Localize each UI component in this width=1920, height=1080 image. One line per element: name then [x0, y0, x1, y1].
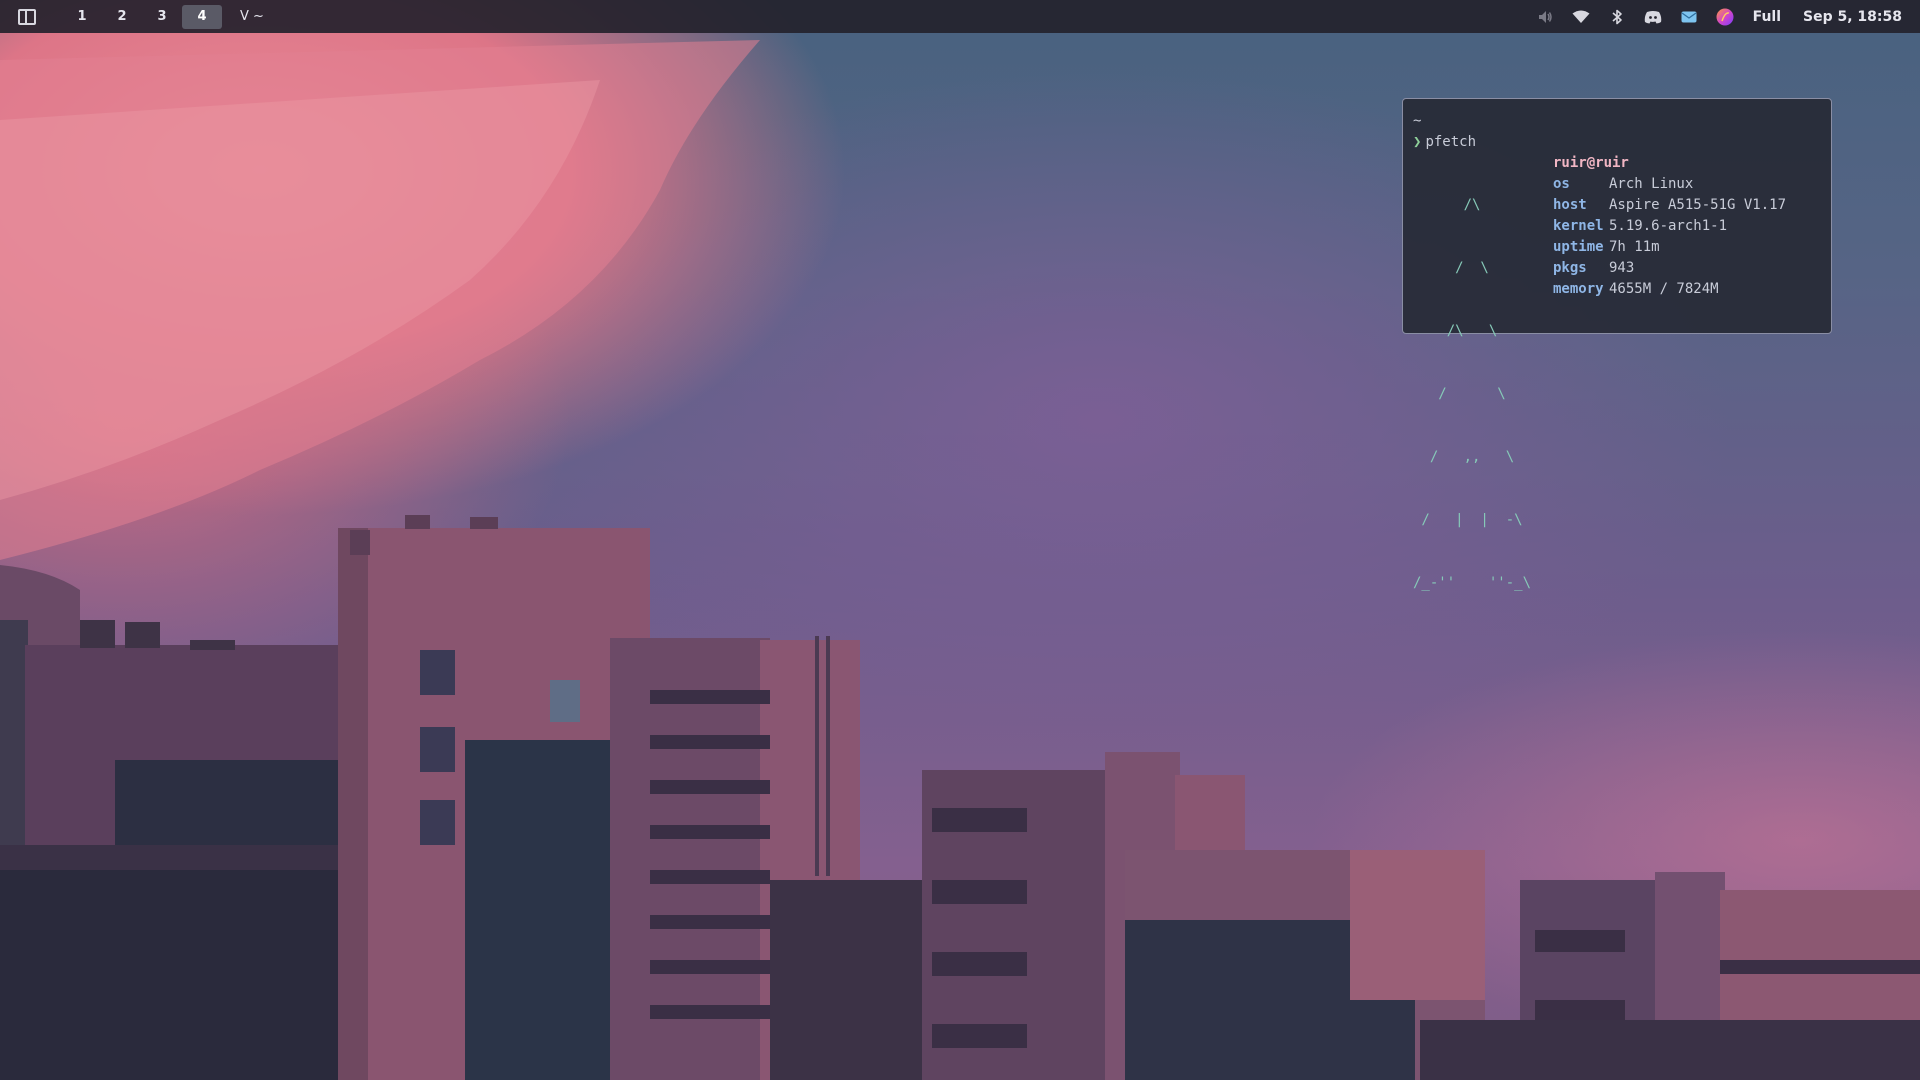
ascii-line: / | | -\	[1413, 512, 1523, 528]
command-text: pfetch	[1425, 134, 1477, 150]
bluetooth-icon[interactable]	[1599, 0, 1635, 33]
info-value: 4655M / 7824M	[1609, 281, 1719, 297]
info-value: Aspire A515-51G V1.17	[1609, 197, 1787, 213]
cwd-line: ~	[1413, 111, 1821, 132]
info-key: uptime	[1553, 239, 1604, 255]
ascii-line: / ,, \	[1413, 449, 1515, 465]
info-row-kernel: kernel 5.19.6-arch1-1	[1553, 216, 1786, 237]
bar-left-section: 1 2 3 4 V ~	[0, 0, 264, 33]
ascii-line: / \	[1413, 386, 1506, 402]
userhost-row: ruir@ruir	[1553, 153, 1786, 174]
workspace-4[interactable]: 4	[182, 4, 222, 29]
workspace-2[interactable]: 2	[102, 5, 142, 29]
top-bar: 1 2 3 4 V ~ Full Sep 5, 18:58	[0, 0, 1920, 33]
info-value: 943	[1609, 260, 1635, 276]
discord-icon[interactable]	[1635, 0, 1671, 33]
ascii-line: /\ \	[1413, 323, 1498, 339]
ascii-line: / \	[1413, 260, 1489, 276]
info-row-pkgs: pkgs 943	[1553, 258, 1786, 279]
ascii-line: /_-'' ''-_\	[1413, 575, 1532, 591]
prompt-line: ❯ pfetch	[1413, 132, 1821, 153]
volume-icon[interactable]	[1527, 0, 1563, 33]
ascii-line: /\	[1413, 197, 1481, 213]
pfetch-output: /\ / \ /\ \ / \ / ,, \ / | | -\ /_-'' ''…	[1413, 153, 1821, 636]
info-key: kernel	[1553, 218, 1604, 234]
info-key: host	[1553, 197, 1587, 213]
userhost: ruir@ruir	[1553, 155, 1629, 171]
info-key: pkgs	[1553, 260, 1587, 276]
info-value: 7h 11m	[1609, 239, 1660, 255]
info-row-host: host Aspire A515-51G V1.17	[1553, 195, 1786, 216]
info-row-memory: memory 4655M / 7824M	[1553, 279, 1786, 300]
info-value: 5.19.6-arch1-1	[1609, 218, 1728, 234]
info-row-uptime: uptime 7h 11m	[1553, 237, 1786, 258]
workspace-3[interactable]: 3	[142, 5, 182, 29]
active-window-title: V ~	[240, 9, 264, 24]
battery-status[interactable]: Full	[1753, 9, 1781, 25]
arch-logo-ascii: /\ / \ /\ \ / \ / ,, \ / | | -\ /_-'' ''…	[1413, 153, 1543, 636]
info-row-os: os Arch Linux	[1553, 174, 1786, 195]
system-info: ruir@ruir os Arch Linux host Aspire A515-5…	[1553, 153, 1786, 636]
info-value: Arch Linux	[1609, 176, 1694, 192]
current-directory: ~	[1413, 113, 1422, 129]
bar-right-section: Full Sep 5, 18:58	[1527, 0, 1920, 33]
clock[interactable]: Sep 5, 18:58	[1803, 9, 1902, 25]
wifi-icon[interactable]	[1563, 0, 1599, 33]
workspace-1[interactable]: 1	[62, 5, 102, 29]
terminal-window[interactable]: ~ ❯ pfetch /\ / \ /\ \ / \ / ,, \ / | | -…	[1402, 98, 1832, 591]
info-key: memory	[1553, 281, 1604, 297]
info-key: os	[1553, 176, 1570, 192]
prompt-symbol: ❯	[1413, 134, 1422, 150]
app-orb-icon[interactable]	[1707, 0, 1743, 33]
layout-toggle-icon[interactable]	[18, 8, 36, 25]
mail-icon[interactable]	[1671, 0, 1707, 33]
